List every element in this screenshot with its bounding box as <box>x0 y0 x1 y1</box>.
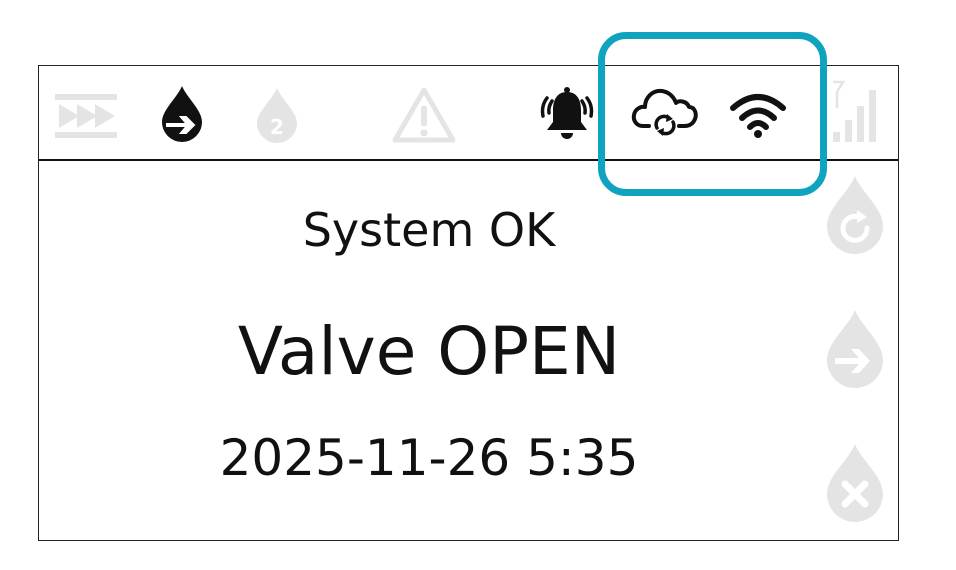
warning-triangle-icon <box>392 87 456 143</box>
water-drop-refresh-icon[interactable] <box>821 172 889 258</box>
water-drop-close-icon[interactable] <box>821 440 889 526</box>
svg-text:2: 2 <box>270 115 284 139</box>
wifi-icon[interactable] <box>727 88 789 140</box>
fast-forward-icon <box>55 94 117 138</box>
cloud-sync-icon[interactable] <box>631 84 699 140</box>
status-bar: 2 <box>39 66 898 161</box>
device-screen: 2 System OK Valve OPEN 2025-11-26 5:35 <box>38 65 899 541</box>
water-drop-arrow-icon[interactable] <box>821 306 889 392</box>
valve-state-text: Valve OPEN <box>237 313 621 390</box>
system-status-text: System OK <box>302 203 556 257</box>
water-drop-arrow-icon[interactable] <box>159 84 205 144</box>
main-display: System OK Valve OPEN 2025-11-26 5:35 <box>39 161 819 542</box>
cellular-signal-icon <box>833 80 876 142</box>
water-drop-2-icon: 2 <box>257 88 297 143</box>
alarm-bell-icon[interactable] <box>537 84 597 144</box>
datetime-text: 2025-11-26 5:35 <box>219 429 639 487</box>
